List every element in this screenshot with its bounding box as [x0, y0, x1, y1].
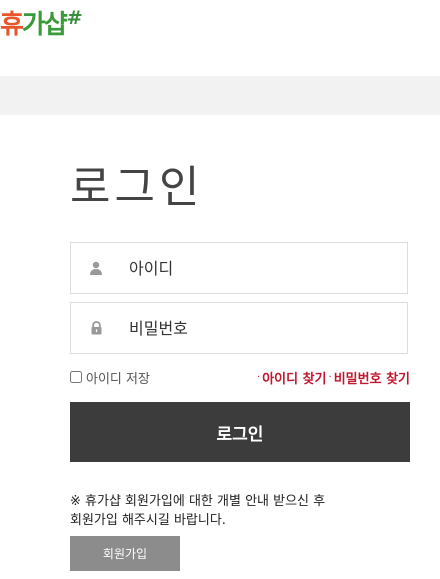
- password-field[interactable]: [70, 302, 408, 354]
- password-input[interactable]: [129, 318, 369, 338]
- login-options: 아이디 저장 · 아이디 찾기 · 비밀번호 찾기: [70, 366, 410, 388]
- id-field[interactable]: [70, 242, 408, 294]
- signup-notice-line: ※ 휴가샵 회원가입에 대한 개별 안내 받으신 후: [70, 494, 326, 509]
- id-input[interactable]: [129, 258, 369, 278]
- save-id-checkbox[interactable]: [70, 371, 82, 383]
- lock-icon: [71, 321, 121, 335]
- site-header: 휴가샵 #: [0, 0, 440, 76]
- site-logo[interactable]: 휴가샵 #: [0, 8, 83, 42]
- header-divider-band: [0, 76, 440, 115]
- link-separator: ·: [257, 371, 261, 383]
- logo-mark: #: [66, 7, 83, 29]
- signup-notice: ※ 휴가샵 회원가입에 대한 개별 안내 받으신 후 회원가입 해주시길 바랍니…: [70, 492, 390, 530]
- signup-notice-line: 회원가입 해주시길 바랍니다.: [70, 513, 226, 528]
- link-separator: ·: [328, 371, 332, 383]
- signup-button[interactable]: 회원가입: [70, 536, 180, 571]
- save-id-label: 아이디 저장: [86, 371, 150, 387]
- login-button[interactable]: 로그인: [70, 402, 410, 462]
- user-icon: [71, 261, 121, 275]
- find-password-link[interactable]: 비밀번호 찾기: [334, 368, 410, 387]
- find-links: · 아이디 찾기 · 비밀번호 찾기: [255, 368, 410, 387]
- logo-rest-chars: 가샵: [21, 10, 68, 40]
- page-title: 로그인: [70, 162, 204, 213]
- logo-first-char: 휴: [0, 10, 24, 40]
- save-id-option[interactable]: 아이디 저장: [70, 368, 150, 387]
- find-id-link[interactable]: 아이디 찾기: [262, 368, 326, 387]
- logo-text: 휴가샵: [0, 8, 68, 42]
